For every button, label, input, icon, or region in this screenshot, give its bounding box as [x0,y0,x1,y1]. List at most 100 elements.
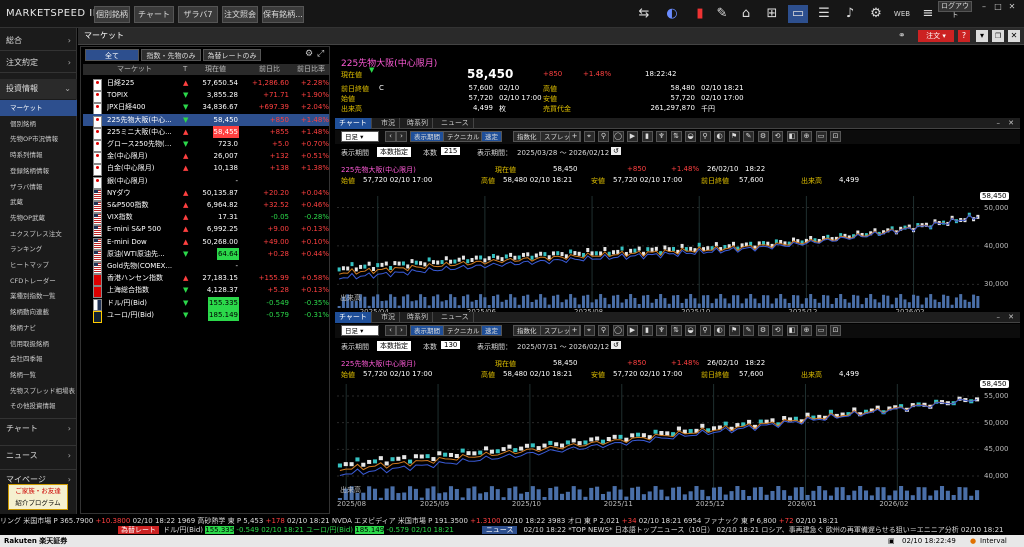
filter-tab-index[interactable]: 指数・先物のみ [141,49,201,61]
chart-tool-icon[interactable]: ◒ [685,325,696,336]
sidebar-section-news[interactable]: ニュース › [0,445,77,465]
restore-icon[interactable]: ❐ [992,30,1004,42]
help-icon[interactable]: ? [958,30,970,42]
referral-promo-banner[interactable]: ご家族・お友達 紹介プログラム [8,484,68,510]
market-row[interactable]: 金(中心限月) ▲ 26,007 +132 +0.51% [83,150,329,165]
minimize-icon[interactable]: – [978,1,990,12]
stock-ticker[interactable]: リング 米国市場 P 365.7900 +10.3800 02/10 18:22… [0,516,1024,526]
sidebar-item[interactable]: 時系列情報 [0,147,77,163]
market-row[interactable]: ドル/円(Bid) ▼ 155.335 -0.549 -0.35% [83,296,329,311]
chart-tool-icon[interactable]: ◧ [786,131,798,142]
market-row[interactable]: 白金(中心限月) ▲ 10,138 +138 +1.38% [83,162,329,177]
trade-icon[interactable]: ⇆ [634,5,654,23]
market-row[interactable]: 香港ハンセン指数 ▲ 27,183.15 +155.99 +0.58% [83,272,329,287]
sidebar-item[interactable]: ヒートマップ [0,257,77,273]
sidebar-section-orders[interactable]: 注文約定 › [0,53,77,73]
market-row[interactable]: VIX指数 ▲ 17.31 -0.05 -0.28% [83,211,329,226]
chart-tool-icon[interactable]: ⟲ [772,325,783,336]
news-icon[interactable]: ✎ [712,5,732,23]
dropdown-icon[interactable]: ▾ [976,30,988,42]
chart-tool-icon[interactable]: ⚲ [699,325,711,336]
next-icon[interactable]: › [396,131,407,142]
interval-select[interactable]: 日足 ▾ [341,131,379,142]
chart-tool-icon[interactable]: ⚙ [757,131,769,142]
market-row[interactable]: S&P500指数 ▲ 6,964.82 +32.52 +0.46% [83,199,329,213]
chart-tab[interactable]: 時系列 [403,118,433,129]
filter-tab-fx[interactable]: 為替レートのみ [203,49,261,61]
sidebar-item[interactable]: 個別銘柄 [0,116,77,132]
chart-tool-icon[interactable]: ▭ [815,131,827,142]
sidebar-item[interactable]: ザラバ情報 [0,179,77,195]
chart-tool-icon[interactable]: ▶ [627,131,638,142]
close-icon[interactable]: ✕ [1006,1,1018,12]
web-icon[interactable]: WEB [892,5,912,23]
chart-tool-icon[interactable]: ⊕ [801,325,812,336]
chart-tool-icon[interactable]: ⊡ [830,131,841,142]
sidebar-section-chart[interactable]: チャート › [0,418,77,438]
chart-tool-icon[interactable]: ▭ [815,325,827,336]
window-close-icon[interactable]: ✕ [1004,118,1018,129]
market-row[interactable]: ユーロ/円(Bid) ▼ 185.149 -0.579 -0.31% [83,308,329,323]
sidebar-item[interactable]: その他投資情報 [0,398,77,414]
top-button-holdings[interactable]: 保有銘柄... [262,6,304,23]
market-row[interactable]: E-mini S&P 500 ▲ 6,992.25 +9.00 +0.13% [83,223,329,238]
settings-icon[interactable]: ⚙ [866,5,886,23]
top-button-chart[interactable]: チャート [134,6,174,23]
chart-tool-icon[interactable]: ♆ [656,325,667,336]
sidebar-item[interactable]: 先物OP武蔵 [0,210,77,226]
chart-tool-icon[interactable]: ⚲ [699,131,711,142]
add-window-icon[interactable]: ⊞ [762,5,782,23]
sidebar-section-overview[interactable]: 総合 › [0,31,77,51]
market-row[interactable]: 原油(WTI原油先... ▼ 64.64 +0.28 +0.44% [83,247,329,262]
count-input[interactable]: 215 [441,147,461,155]
chart-tool-icon[interactable]: ⊕ [801,131,812,142]
market-alert-icon[interactable]: ▮ [690,5,710,23]
top-button-zaraba[interactable]: ザラバ7 [178,6,218,23]
reset-icon[interactable]: ↺ [611,341,621,349]
bell-icon[interactable]: ♪ [840,5,860,23]
chart-tool-icon[interactable]: ◒ [685,131,696,142]
filter-tab-all[interactable]: 全て [85,49,139,61]
market-row[interactable]: 日経225 ▲ 57,650.54 +1,286.60 +2.28% [83,77,329,91]
panel-close-icon[interactable]: ✕ [1008,30,1020,42]
reset-icon[interactable]: ↺ [611,147,621,155]
chart-tool-icon[interactable]: ⌖ [583,325,595,336]
speedometer-icon[interactable]: ◐ [662,5,682,23]
period-select[interactable]: 本数指定 [377,147,411,157]
chart-tool-icon[interactable]: + [569,325,580,336]
sidebar-item[interactable]: エクスプレス注文 [0,226,77,242]
chart-tool-icon[interactable]: ⚑ [728,131,740,142]
fx-news-ticker[interactable]: 為替レート ドル/円(Bid) 155.335 -0.549 02/10 18:2… [0,526,1024,535]
prev-icon[interactable]: ‹ [385,325,396,336]
market-row[interactable]: 上海総合指数 ▼ 4,128.37 +5.28 +0.13% [83,284,329,299]
chart-tool-icon[interactable]: ◐ [714,325,725,336]
order-button[interactable]: 注文 ▾ [918,30,954,42]
chart-tool-icon[interactable]: ⊡ [830,325,841,336]
market-row[interactable]: Gold先物(COMEX... - [83,260,329,274]
chart-tool-icon[interactable]: ⟲ [772,131,783,142]
chart-tab[interactable]: 時系列 [403,312,433,323]
maximize-icon[interactable]: □ [992,1,1004,12]
toolbar-button[interactable]: テクニカル [443,131,484,142]
layout-icon[interactable]: ▭ [788,5,808,23]
sidebar-item[interactable]: CFDトレーダー [0,273,77,289]
toolbar-button[interactable]: 指数化 [513,131,541,142]
chart-tool-icon[interactable]: ⚙ [757,325,769,336]
chart-tool-icon[interactable]: ▮ [641,325,653,336]
chart-tool-icon[interactable]: ♆ [656,131,667,142]
chart-tool-icon[interactable]: ⇅ [670,131,682,142]
chart-tab[interactable]: チャート [335,312,372,323]
chart-tab[interactable]: ニュース [437,312,474,323]
market-row[interactable]: 銀(中心限月) - [83,175,329,189]
menu-icon[interactable]: ≡ [918,5,938,23]
toolbar-button[interactable]: テクニカル [443,325,484,336]
sidebar-item[interactable]: 銘柄動向連載 [0,304,77,320]
sidebar-section-investment[interactable]: 投資情報 ⌄ [0,79,77,99]
chart-tool-icon[interactable]: ◐ [714,131,725,142]
toolbar-button[interactable]: 速定 [481,131,502,142]
sidebar-item[interactable]: 信用取扱銘柄 [0,336,77,352]
sidebar-item[interactable]: 先物OP市況情報 [0,131,77,147]
chart-tool-icon[interactable]: ◯ [612,325,624,336]
market-row[interactable]: グロース250先物(... ▼ 723.0 +5.0 +0.70% [83,138,329,152]
sidebar-item[interactable]: 先物スプレッド相場表 [0,383,77,399]
